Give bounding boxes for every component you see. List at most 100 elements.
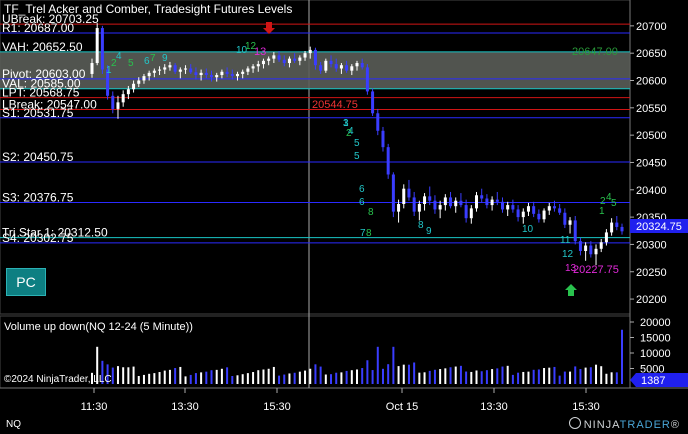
volume-bar [563,371,566,384]
svg-text:8: 8 [366,228,372,239]
candle-body [485,198,489,206]
volume-bar [413,362,416,384]
pc-button[interactable]: PC [6,268,46,296]
candle-body [220,71,224,76]
copyright: ©2024 NinjaTrader, LLC [4,374,112,385]
candle-body [371,91,375,114]
chart-title: TF_Trel Acker and Comber, Tradesight Fut… [4,2,292,16]
candle-body [251,66,255,69]
volume-bar [532,369,535,384]
candle-body [516,209,520,218]
volume-bar [543,368,546,384]
price-tick-label: 20300 [636,239,667,251]
candle-body [480,195,484,199]
volume-bar [366,360,369,384]
level-label: S2: 20450.75 [2,150,74,164]
volume-bar [605,373,608,384]
candle-body [552,206,556,209]
svg-text:5: 5 [354,151,360,162]
volume-bar [158,372,161,384]
volume-bar [205,371,208,384]
annotation-low-price: 20227.75 [573,264,619,276]
volume-bar [267,368,270,384]
candle-body [204,72,208,76]
candle-body [241,71,245,74]
volume-bar [470,371,473,384]
candle-body [173,65,177,72]
volume-bar [522,371,525,384]
volume-bar [444,368,447,384]
volume-bar [501,366,504,384]
price-tick-label: 20700 [636,21,667,33]
volume-bar [418,372,421,384]
svg-text:5: 5 [611,198,617,209]
candle-body [610,222,614,233]
candle-body [511,205,515,210]
volume-bar [589,367,592,384]
candle-body [589,245,593,255]
volume-bar [392,346,395,384]
candle-body [319,65,323,71]
volume-bar [116,366,119,384]
candle-body [230,73,234,77]
price-tick-label: 20250 [636,267,667,279]
volume-bar [210,370,213,384]
volume-bar [558,375,561,384]
candle-body [178,69,182,72]
candle-body [267,58,271,61]
volume-bar [132,366,135,384]
volume-bar [548,367,551,384]
candle-body [147,72,151,77]
volume-bar [569,371,572,384]
volume-tick-label: 20000 [640,317,671,329]
volume-bar [511,374,514,384]
svg-text:8: 8 [418,220,424,231]
volume-bar [168,369,171,384]
volume-bar [174,368,177,384]
level-label: S1: 20531.75 [2,106,74,120]
candle-body [495,199,499,202]
candle-body [95,28,99,64]
candle-body [615,222,619,227]
volume-tick-label: 10000 [640,348,671,360]
candle-body [246,68,250,72]
candle-body [604,232,608,243]
candle-body [350,66,354,71]
svg-text:7: 7 [150,53,156,64]
volume-bar [324,374,327,384]
volume-bar [142,374,145,384]
candle-body [573,220,577,242]
svg-text:4: 4 [116,51,122,62]
candle-body [443,197,447,206]
volume-axis: 2000015000100005000 [630,317,671,376]
candle-body [210,75,214,78]
chart-canvas: UBreak: 20703.25R1: 20687.00VAH: 20652.5… [0,0,688,413]
volume-bar [272,366,275,384]
candle-body [449,197,453,207]
candle-body [584,245,588,251]
volume-bar [189,374,192,384]
volume-bar [407,364,410,384]
candle-body [594,248,598,255]
volume-bar [595,364,598,384]
volume-bar [361,368,364,384]
candle-body [282,59,286,64]
candle-body [277,55,281,60]
volume-bar [231,376,234,384]
volume-bar [278,375,281,384]
candle-body [365,67,369,92]
volume-bar [579,369,582,384]
volume-bar [293,372,296,384]
candle-body [287,58,291,64]
candle-body [568,220,572,225]
svg-text:8: 8 [368,207,374,218]
volume-bar [496,368,499,384]
instrument-name: NQ [6,419,21,430]
candle-body [464,205,468,219]
volume-bar [439,369,442,384]
price-tick-label: 20200 [636,294,667,306]
volume-bar [335,372,338,384]
volume-bar [553,366,556,384]
candle-body [293,58,297,61]
candle-body [578,241,582,251]
